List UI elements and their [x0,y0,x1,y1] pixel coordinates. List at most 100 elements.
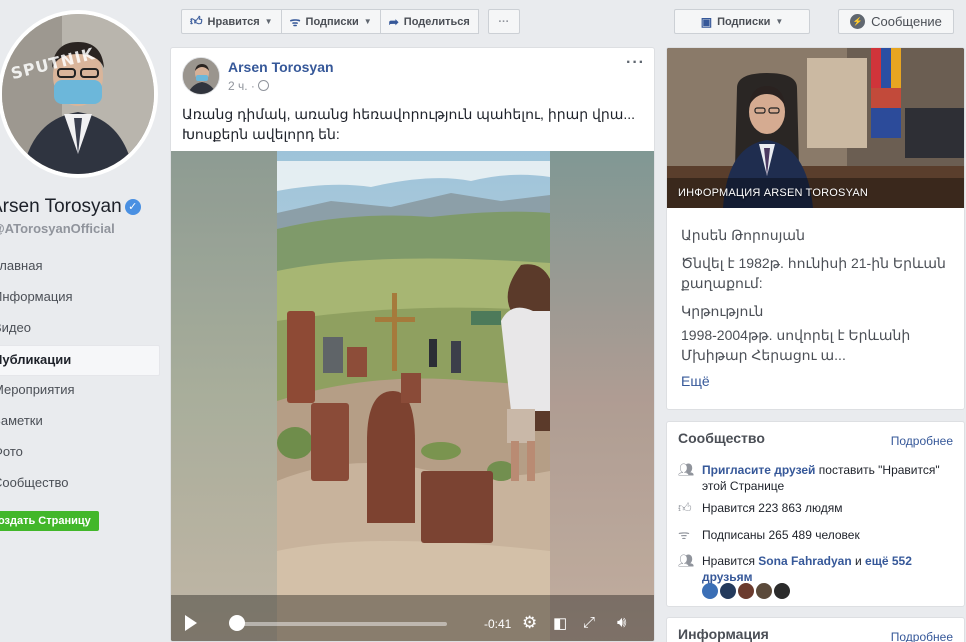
post-time-text: 2 ч. · [228,79,255,93]
page-action-bar: 👍︎ Нравится ▼ ᯤ Подписки ▼ ➦ Поделиться … [181,9,520,34]
post-avatar-art [183,58,219,94]
community-more-link[interactable]: Подробнее [891,434,953,448]
post-author-name[interactable]: Arsen Torosyan [228,59,334,75]
nav-label: Видео [0,320,31,335]
like-button[interactable]: 👍︎ Нравится ▼ [181,9,282,34]
share-icon: ➦ [388,14,399,29]
about-name: Արսեն Թորոսյան [681,227,805,243]
likes-count: Нравится 223 863 людям [702,501,843,515]
avatar[interactable] [774,583,790,599]
share-button[interactable]: ➦ Поделиться [379,9,479,34]
avatar[interactable] [720,583,736,599]
info-more-link[interactable]: Подробнее [891,630,953,642]
follow-button[interactable]: ᯤ Подписки ▼ [280,9,381,34]
subscribe-label: Подписки [717,15,771,28]
nav-label: Мероприятия [0,382,75,397]
video-time-remaining: -0:41 [484,617,512,631]
play-icon[interactable] [185,615,197,631]
post-timestamp[interactable]: 2 ч. · [228,79,269,93]
friends-icon: 👥︎ [678,553,695,568]
friend-name-link[interactable]: Sona Fahradyan [758,554,851,568]
expand-icon[interactable]: ⤢ [583,614,595,631]
about-more-link[interactable]: Ещё [681,373,950,389]
nav-item-events[interactable]: Мероприятия [0,376,160,407]
video-frame-art [171,151,654,641]
post-card: Arsen Torosyan 2 ч. · ··· Առանց դիմակ, ա… [170,47,655,642]
nav-label: Информация [0,289,73,304]
subscribe-button[interactable]: ▣ Подписки ▼ [674,9,810,34]
friends-prefix: Нравится [702,554,755,568]
picture-in-picture-icon[interactable]: ◧ [553,614,567,632]
friends-row: 👥︎ Нравится Sona Fahradyan и ещё 552 дру… [678,553,953,585]
follows-row: ᯤ Подписаны 265 489 человек [678,527,953,543]
post-video[interactable]: -0:41 ⚙ ◧ ⤢ 🔊︎ [171,151,654,641]
nav-item-home[interactable]: Главная [0,252,160,283]
community-card: Сообщество Подробнее 👥︎ Пригласите друзе… [666,421,965,607]
page-title: Arsen Torosyan ✓ [0,196,141,218]
about-education: 1998-2004թթ. սովորել է Երևանի Մխիթար Հեր… [681,327,911,363]
nav-item-videos[interactable]: Видео [0,314,160,345]
avatar[interactable] [756,583,772,599]
thumb-icon: 👍︎ [678,500,692,515]
create-page-button[interactable]: Создать Страницу [0,511,99,531]
left-column: SPUTNIK Arsen Torosyan ✓ @ATorosyanOffici… [0,0,165,642]
info-card: Информация Подробнее [666,617,965,642]
chevron-down-icon: ▼ [264,17,273,26]
nav-label: Главная [0,258,43,273]
profile-picture[interactable]: SPUTNIK [2,14,154,174]
invite-icon: 👥︎ [678,462,695,477]
post-text: Առանց դիմակ, առանց հեռավորություն պահելո… [182,106,636,142]
chevron-down-icon: ▼ [363,17,372,26]
post-author-avatar[interactable] [182,57,220,95]
profile-photo-art [2,14,154,174]
page-handle[interactable]: @ATorosyanOfficial [0,221,115,236]
rss-icon: ᯤ [289,15,301,29]
friends-and: и [855,554,862,568]
nav-item-posts[interactable]: Публикации [0,345,160,376]
about-details: Արսեն Թորոսյան Ծնվել է 1982թ. հունիսի 21… [667,208,964,389]
subscribe-icon: ▣ [700,14,713,29]
follows-count: Подписаны 265 489 человек [702,528,860,542]
nav-item-about[interactable]: Информация [0,283,160,314]
about-birth: Ծնվել է 1982թ. հունիսի 21-ին Երևան քաղաք… [681,255,946,291]
globe-icon [257,80,269,91]
avatar[interactable] [702,583,718,599]
community-title: Сообщество [678,430,765,446]
page-nav: Главная Информация Видео Публикации Меро… [0,252,160,500]
post-options-button[interactable]: ··· [626,54,645,72]
video-progress-track[interactable] [233,622,447,626]
video-controls: -0:41 ⚙ ◧ ⤢ 🔊︎ [171,605,654,641]
invite-row: 👥︎ Пригласите друзей поставить "Нравится… [678,462,953,494]
share-label: Поделиться [403,15,470,28]
like-icon: 👍︎ [190,14,203,28]
friend-avatars [702,583,792,599]
video-progress-handle[interactable] [229,615,246,631]
create-page-label: Создать Страницу [0,515,91,527]
friends-text: Нравится Sona Fahradyan и ещё 552 друзья… [702,553,953,585]
nav-label: Фото [0,444,23,459]
likes-row: 👍︎ Нравится 223 863 людям [678,500,953,516]
nav-item-notes[interactable]: Заметки [0,407,160,438]
about-education-title: Կրթություն [681,303,764,319]
nav-item-photos[interactable]: Фото [0,438,160,469]
invite-friends-link[interactable]: Пригласите друзей [702,463,815,477]
gear-icon[interactable]: ⚙ [522,613,537,633]
avatar[interactable] [738,583,754,599]
info-title: Информация [678,626,769,642]
nav-label: Публикации [0,352,72,367]
nav-label: Заметки [0,413,43,428]
invite-text: Пригласите друзей поставить "Нравится" э… [702,462,953,494]
nav-item-community[interactable]: Сообщество [0,469,160,500]
volume-icon[interactable]: 🔊︎ [617,614,626,631]
more-actions-button[interactable]: ··· [487,9,520,34]
nav-label: Сообщество [0,475,69,490]
about-photo[interactable]: ИНФОРМАЦИЯ ARSEN TOROSYAN [667,48,964,208]
profile-picture-frame[interactable]: SPUTNIK [0,10,158,178]
follow-icon: ᯤ [678,527,690,542]
about-photo-caption: ИНФОРМАЦИЯ ARSEN TOROSYAN [678,187,868,199]
about-card: ИНФОРМАЦИЯ ARSEN TOROSYAN Արսեն Թորոսյան… [666,47,965,410]
message-label: Сообщение [871,14,942,29]
follow-label: Подписки [305,15,359,28]
verified-icon: ✓ [124,199,141,215]
message-button[interactable]: ⚡ Сообщение [838,9,954,34]
